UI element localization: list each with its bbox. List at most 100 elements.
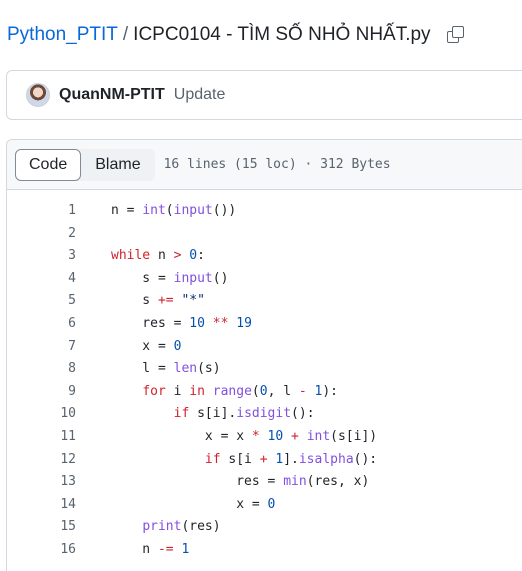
repo-link[interactable]: Python_PTIT: [7, 22, 118, 48]
line-code: x = 0: [111, 497, 275, 512]
code-line: 16 n -= 1: [7, 539, 522, 562]
code-token: (res, x): [306, 474, 370, 490]
code-line: 2: [7, 223, 522, 246]
line-code: n -= 1: [111, 542, 189, 557]
code-token: res =: [111, 315, 190, 331]
code-line: 6 res = 10 ** 19: [7, 313, 522, 336]
code-token: :: [197, 248, 205, 264]
commit-message[interactable]: Update: [174, 86, 226, 104]
line-number[interactable]: 2: [36, 226, 76, 241]
file-meta: 16 lines (15 loc) · 312 Bytes: [163, 157, 391, 172]
code-token: -=: [157, 541, 174, 557]
file-viewer: Code Blame 16 lines (15 loc) · 312 Bytes…: [6, 139, 522, 571]
code-line: 7 x = 0: [7, 336, 522, 359]
line-number[interactable]: 11: [36, 429, 76, 444]
line-number[interactable]: 13: [36, 474, 76, 489]
tab-blame[interactable]: Blame: [81, 149, 154, 181]
line-code: for i in range(0, l - 1):: [111, 384, 338, 399]
code-line: 12 if s[i + 1].isalpha():: [7, 449, 522, 472]
code-token: 0: [259, 383, 268, 399]
line-code: s += "*": [111, 293, 205, 308]
view-toggle: Code Blame: [15, 148, 155, 181]
line-number[interactable]: 1: [36, 203, 76, 218]
line-code: res = min(res, x): [111, 474, 369, 489]
code-token: n: [150, 248, 174, 264]
code-token: ()): [212, 203, 237, 218]
line-code: n = int(input()): [111, 203, 236, 218]
copy-icon[interactable]: [445, 25, 465, 45]
commit-author[interactable]: QuanNM-PTIT: [59, 86, 165, 104]
line-number[interactable]: 10: [36, 406, 76, 421]
code-token: input: [173, 203, 213, 218]
code-token: +: [291, 428, 299, 444]
code-token: (: [165, 203, 174, 218]
code-token: , l: [267, 383, 299, 399]
code-line: 11 x = x * 10 + int(s[i]): [7, 426, 522, 449]
tab-code[interactable]: Code: [15, 148, 82, 181]
code-line: 4 s = input(): [7, 268, 522, 291]
code-token: n: [111, 541, 158, 557]
code-line: 13 res = min(res, x): [7, 471, 522, 494]
code-line: 5 s += "*": [7, 290, 522, 313]
code-line: 1 n = int(input()): [7, 200, 522, 223]
line-code: while n > 0:: [111, 248, 205, 263]
code-line: 9 for i in range(0, l - 1):: [7, 381, 522, 404]
code-token: **: [212, 315, 229, 331]
line-number[interactable]: 12: [36, 452, 76, 467]
code-token: ():: [353, 451, 378, 467]
code-token: range: [212, 383, 252, 399]
code-token: isdigit: [236, 406, 292, 422]
line-number[interactable]: 8: [36, 361, 76, 376]
code-token: if: [173, 406, 190, 422]
code-token: *: [251, 428, 260, 444]
code-token: in: [189, 383, 205, 399]
code-token: isalpha: [298, 451, 354, 467]
line-number[interactable]: 14: [36, 497, 76, 512]
code-token: ):: [322, 383, 339, 399]
line-number[interactable]: 9: [36, 384, 76, 399]
code-token: int: [306, 428, 331, 444]
breadcrumb: Python_PTIT / ICPC0104 - TÌM SỐ NHỎ NHẤT…: [7, 22, 465, 48]
code-line: 15 print(res): [7, 516, 522, 539]
code-token: 0: [189, 248, 198, 264]
line-code: x = 0: [111, 339, 181, 354]
code-token: 0: [173, 338, 182, 354]
code-token: x =: [111, 496, 268, 512]
code-token: (s[i]): [330, 428, 378, 444]
latest-commit-bar: QuanNM-PTIT Update: [6, 70, 522, 120]
line-number[interactable]: 4: [36, 271, 76, 286]
line-code: s = input(): [111, 271, 228, 286]
code-token: len: [173, 361, 198, 377]
code-token: print: [142, 519, 182, 535]
line-number[interactable]: 6: [36, 316, 76, 331]
line-code: res = 10 ** 19: [111, 316, 252, 331]
code-token: "*": [181, 293, 205, 309]
line-number[interactable]: 16: [36, 542, 76, 557]
code-token: input: [173, 270, 213, 286]
line-code: l = len(s): [111, 361, 220, 377]
code-token: res =: [111, 474, 284, 490]
line-number[interactable]: 15: [36, 519, 76, 534]
code-line: 8 l = len(s): [7, 358, 522, 381]
line-number[interactable]: 3: [36, 248, 76, 263]
line-number[interactable]: 5: [36, 293, 76, 308]
code-token: i: [165, 383, 190, 399]
code-line: 14 x = 0: [7, 494, 522, 517]
file-name: ICPC0104 - TÌM SỐ NHỎ NHẤT.py: [133, 24, 431, 45]
code-token: for: [142, 383, 166, 399]
avatar[interactable]: [26, 83, 50, 107]
code-token: n =: [111, 203, 143, 218]
code-token: ].: [283, 451, 299, 467]
code-token: (res): [181, 519, 221, 535]
code-token: s[i].: [189, 406, 237, 422]
line-number[interactable]: 7: [36, 339, 76, 354]
code-token: 10: [189, 315, 205, 331]
